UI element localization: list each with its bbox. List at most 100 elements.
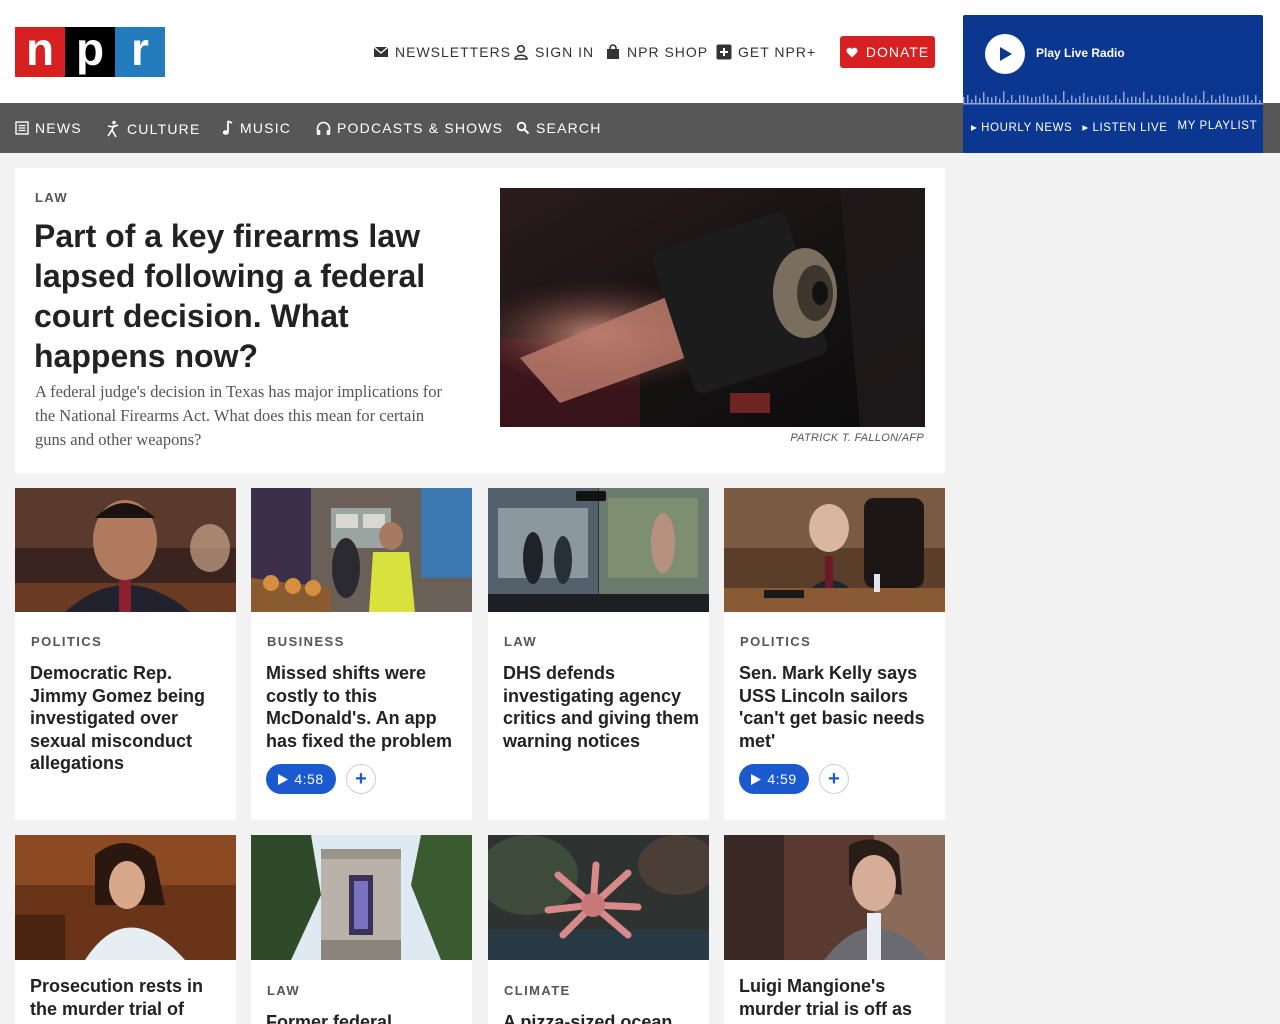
plus-icon: + [355,767,367,790]
story-headline[interactable]: Luigi Mangione's murder trial is off as [739,975,939,1020]
play-live-radio-label: Play Live Radio [1036,46,1125,60]
story-headline[interactable]: Prosecution rests in the murder trial of [30,975,230,1020]
story-thumbnail[interactable] [15,488,236,612]
play-live-radio-button[interactable] [985,34,1025,74]
waveform-bar [1003,91,1005,103]
story-thumbnail[interactable] [251,488,472,612]
newsletters-label: NEWSLETTERS [395,44,512,60]
waveform-bar [1195,95,1197,103]
add-to-playlist-button[interactable]: + [346,764,376,794]
add-to-playlist-button[interactable]: + [819,764,849,794]
story-thumbnail[interactable] [488,488,709,612]
waveform-bar [1175,95,1177,103]
newsletters-link[interactable]: NEWSLETTERS [373,40,511,64]
waveform-bar [1223,93,1225,103]
story-card[interactable]: BUSINESS Missed shifts were costly to th… [251,488,472,820]
get-npr-plus-link[interactable]: GET NPR+ [716,40,816,64]
story-card[interactable]: LAW DHS defends investigating agency cri… [488,488,709,820]
story-slug[interactable]: CLIMATE [504,983,571,998]
nav-label-music: MUSIC [240,120,292,136]
my-playlist-link[interactable]: MY PLAYLIST [1178,120,1258,134]
play-audio-button[interactable]: 4:58 [266,764,336,794]
story-headline[interactable]: DHS defends investigating agency critics… [503,662,703,752]
story-slug[interactable]: LAW [504,634,537,649]
waveform-bar [1243,94,1245,103]
logo-letter-p: p [65,24,115,77]
story-thumbnail[interactable] [488,835,709,960]
story-headline[interactable]: A pizza-sized ocean [503,1011,703,1024]
story-headline[interactable]: Missed shifts were costly to this McDona… [266,662,466,752]
waveform-bar [971,99,973,103]
waveform-bar [1083,92,1085,103]
headphones-icon [316,121,331,135]
waveform-bar [1215,99,1217,103]
nav-label-search: SEARCH [536,120,602,136]
waveform-bar [1127,97,1129,103]
donate-button[interactable]: DONATE [840,36,935,68]
waveform-bar [1075,98,1077,103]
story-card[interactable]: POLITICS Sen. Mark Kelly says USS Lincol… [724,488,945,820]
featured-story: LAW Part of a key firearms law lapsed fo… [15,168,945,473]
waveform-bar [1199,99,1201,103]
logo-letter-n: n [15,24,65,77]
waveform-bar [1163,95,1165,103]
nav-item-music[interactable]: MUSIC [222,120,291,136]
nav-label-culture: CULTURE [127,121,201,137]
audio-duration: 4:58 [294,771,324,787]
waveform-bar [1143,91,1145,103]
play-audio-button[interactable]: 4:59 [739,764,809,794]
waveform-bar [1239,95,1241,103]
story-thumbnail[interactable] [724,488,945,612]
npr-shop-link[interactable]: NPR SHOP [605,40,708,64]
featured-image[interactable] [500,188,925,427]
waveform-bar [999,98,1001,103]
nav-item-culture[interactable]: CULTURE [105,120,200,138]
story-thumbnail[interactable] [251,835,472,960]
waveform-bar [987,96,989,103]
shopping-bag-icon [607,44,619,59]
story-card[interactable]: Luigi Mangione's murder trial is off as [724,835,945,1024]
waveform-bar [1191,98,1193,103]
hourly-news-link[interactable]: ▸ HOURLY NEWS [971,120,1072,134]
waveform-bar [1111,100,1113,103]
nav-item-search[interactable]: SEARCH [516,120,602,136]
waveform-bar [967,95,969,103]
story-slug[interactable]: BUSINESS [267,634,345,649]
audio-duration: 4:59 [767,771,797,787]
image-credit: PATRICK T. FALLON/AFP [790,432,924,444]
newspaper-icon [15,121,29,135]
waveform-bar [1255,95,1257,103]
sign-in-label: SIGN IN [535,44,595,60]
nav-item-news[interactable]: NEWS [15,120,82,136]
story-slug[interactable]: POLITICS [31,634,102,649]
listen-live-link[interactable]: ▸ LISTEN LIVE [1082,120,1167,134]
waveform-bar [1171,98,1173,103]
story-slug[interactable]: LAW [267,983,300,998]
story-slug[interactable]: POLITICS [740,634,811,649]
waveform-bar [1063,91,1065,103]
story-card[interactable]: Prosecution rests in the murder trial of [15,835,236,1024]
story-headline[interactable]: Democratic Rep. Jimmy Gomez being invest… [30,662,230,775]
waveform-bar [1203,91,1205,103]
waveform-bar [1219,95,1221,103]
waveform-bar [1139,97,1141,103]
npr-logo[interactable]: n p r [15,24,165,77]
search-icon [516,121,530,135]
nav-item-podcasts[interactable]: PODCASTS & SHOWS [316,120,503,136]
story-card[interactable]: CLIMATE A pizza-sized ocean [488,835,709,1024]
featured-slug[interactable]: LAW [35,190,68,205]
waveform-bar [1151,95,1153,103]
story-card[interactable]: POLITICS Democratic Rep. Jimmy Gomez bei… [15,488,236,820]
story-card[interactable]: LAW Former federal [251,835,472,1024]
sign-in-link[interactable]: SIGN IN [513,40,594,64]
story-headline[interactable]: Former federal [266,1011,466,1024]
nav-label-news: NEWS [35,120,82,136]
story-thumbnail[interactable] [15,835,236,960]
waveform-bar [1103,95,1105,103]
story-headline[interactable]: Sen. Mark Kelly says USS Lincoln sailors… [739,662,939,752]
donate-label: DONATE [865,44,930,60]
story-thumbnail[interactable] [724,835,945,960]
player-links: ▸ HOURLY NEWS ▸ LISTEN LIVE MY PLAYLIST [971,120,1257,134]
featured-headline[interactable]: Part of a key firearms law lapsed follow… [34,216,464,376]
waveform-bar [1187,96,1189,103]
